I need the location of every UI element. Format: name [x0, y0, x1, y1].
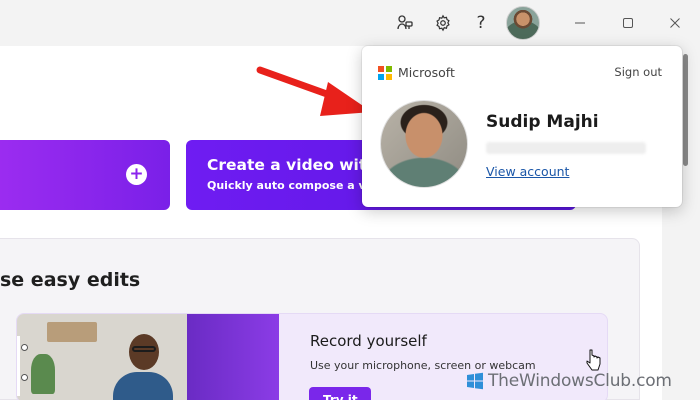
- thumbnail-plant: [31, 354, 55, 394]
- watermark-text: TheWindowsClub.com: [488, 371, 672, 391]
- user-name: Sudip Majhi: [486, 112, 599, 132]
- thumbnail-shelf: [47, 322, 97, 342]
- microsoft-brand-label: Microsoft: [398, 65, 455, 80]
- help-glyph: ?: [476, 13, 486, 33]
- minimize-icon[interactable]: [565, 8, 595, 38]
- thumbnail-glasses: [132, 346, 156, 352]
- thumbnail-person-head: [129, 334, 159, 370]
- maximize-icon[interactable]: [613, 8, 643, 38]
- account-flyout: Microsoft Sign out Sudip Majhi View acco…: [362, 46, 682, 207]
- handle-dot: [21, 344, 28, 351]
- view-account-link[interactable]: View account: [486, 164, 569, 179]
- sign-out-link[interactable]: Sign out: [614, 65, 662, 79]
- account-avatar-button[interactable]: [506, 6, 540, 40]
- help-icon[interactable]: ?: [466, 8, 496, 38]
- connect-icon[interactable]: [390, 8, 420, 38]
- plus-icon: +: [126, 164, 147, 185]
- feature-title: Record yourself: [310, 332, 427, 350]
- scrollbar-thumb[interactable]: [683, 54, 688, 166]
- easy-edits-heading: se easy edits: [0, 269, 141, 291]
- record-yourself-thumbnail: [17, 314, 279, 400]
- mouse-cursor-icon: [586, 349, 601, 371]
- user-email-redacted: [486, 142, 646, 154]
- thumbnail-person-body: [113, 372, 173, 400]
- plus-glyph: +: [129, 164, 144, 184]
- ai-card-subtitle: Quickly auto compose a vide: [207, 179, 385, 192]
- gear-icon[interactable]: [428, 8, 458, 38]
- profile-photo: [380, 100, 468, 188]
- close-icon[interactable]: [660, 8, 690, 38]
- watermark: TheWindowsClub.com: [466, 371, 672, 391]
- new-project-card[interactable]: +: [0, 140, 170, 210]
- try-it-button[interactable]: Try it: [309, 387, 371, 400]
- windows-logo-icon: [467, 372, 483, 390]
- microsoft-logo-icon: [378, 66, 392, 80]
- handle-dot: [21, 374, 28, 381]
- title-bar: ?: [0, 0, 700, 46]
